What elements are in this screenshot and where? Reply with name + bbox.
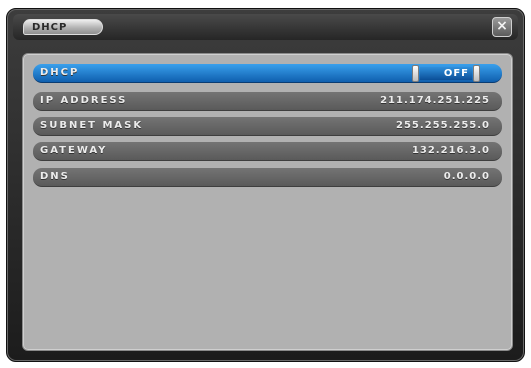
title-tab: DHCP: [23, 19, 103, 35]
gateway-row[interactable]: GATEWAY 132.216.3.0: [33, 142, 502, 161]
dhcp-dialog: DHCP × DHCP OFF IP ADDRESS 211.174.251.2…: [6, 8, 525, 362]
ip-address-row[interactable]: IP ADDRESS 211.174.251.225: [33, 92, 502, 111]
title-bar[interactable]: DHCP ×: [13, 14, 518, 40]
subnet-mask-row[interactable]: SUBNET MASK 255.255.255.0: [33, 117, 502, 136]
subnet-mask-label: SUBNET MASK: [40, 120, 144, 131]
dns-value: 0.0.0.0: [443, 171, 490, 182]
dhcp-label: DHCP: [40, 67, 80, 78]
gateway-label: GATEWAY: [40, 145, 108, 156]
close-icon: ×: [496, 18, 508, 34]
subnet-mask-value: 255.255.255.0: [396, 120, 490, 131]
settings-panel: DHCP OFF IP ADDRESS 211.174.251.225 SUBN…: [22, 53, 513, 351]
dhcp-toggle[interactable]: OFF: [412, 65, 480, 82]
ip-address-value: 211.174.251.225: [380, 95, 490, 106]
dialog-title: DHCP: [32, 22, 68, 33]
dhcp-row[interactable]: DHCP OFF: [33, 64, 502, 83]
gateway-value: 132.216.3.0: [411, 145, 490, 156]
dhcp-toggle-value: OFF: [443, 68, 469, 79]
close-button[interactable]: ×: [492, 17, 512, 37]
dns-row[interactable]: DNS 0.0.0.0: [33, 168, 502, 187]
toggle-handle-left[interactable]: [412, 65, 419, 82]
toggle-handle-right[interactable]: [473, 65, 480, 82]
ip-address-label: IP ADDRESS: [40, 95, 128, 106]
dns-label: DNS: [40, 171, 70, 182]
